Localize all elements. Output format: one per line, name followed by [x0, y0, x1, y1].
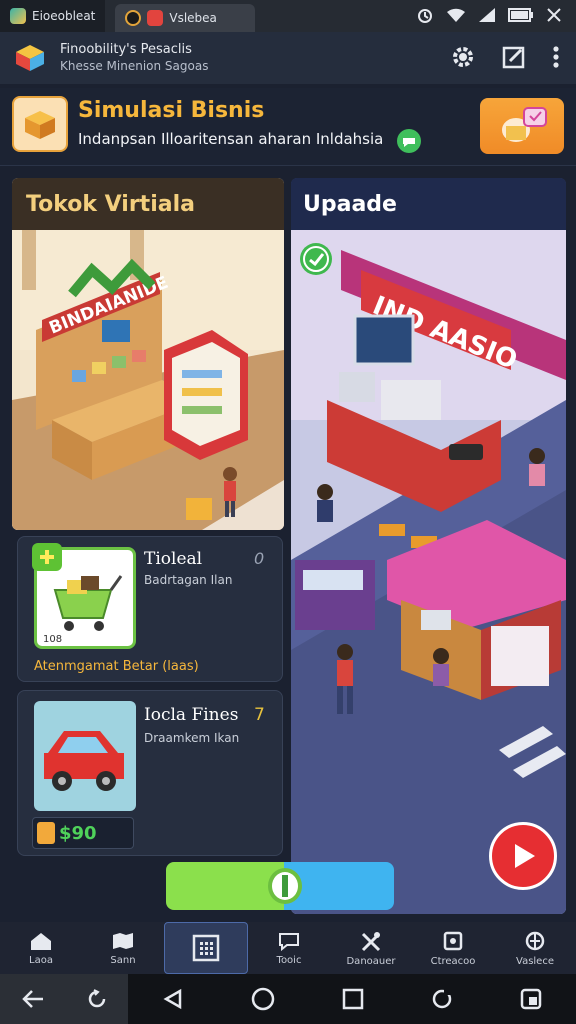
tioleal-corner-value: 0 — [254, 549, 265, 568]
nav-item-grid[interactable] — [164, 922, 248, 974]
map-icon — [113, 932, 133, 949]
add-button[interactable] — [32, 543, 62, 571]
upgrade-title: Upaade — [291, 178, 566, 230]
iocla-fines-description: Draamkem Ikan — [144, 731, 240, 745]
nav-item-laoa[interactable]: Laoa — [0, 922, 82, 974]
iocla-fines-corner-value: 7 — [254, 705, 265, 725]
system-nav-left-group — [0, 974, 128, 1024]
chat-icon — [279, 932, 299, 951]
nav-back-icon[interactable] — [162, 988, 184, 1010]
plus-icon — [40, 550, 54, 564]
back-arrow-icon[interactable] — [21, 988, 45, 1010]
price-value: $90 — [59, 822, 97, 844]
chat-bubble-icon[interactable] — [396, 128, 422, 154]
system-nav-bar — [0, 974, 576, 1024]
close-icon[interactable] — [546, 7, 562, 23]
signal-icon — [479, 8, 495, 22]
box-icon — [25, 111, 55, 139]
nav-item-ctreacoo[interactable]: Ctreacoo — [412, 922, 494, 974]
gift-button[interactable] — [480, 98, 564, 154]
browser-tab-1[interactable]: Eioeobleat — [0, 0, 106, 32]
price-tag[interactable]: $90 — [32, 817, 134, 849]
screenshot-icon[interactable] — [520, 988, 542, 1010]
shop-icon — [443, 931, 463, 950]
battery-icon — [508, 8, 533, 22]
street-scene-illustration: IND AASIO — [291, 230, 566, 914]
banner-subtitle: Indanpsan Illoaritensan aharan Inldahsia — [78, 130, 384, 148]
more-vertical-icon[interactable] — [552, 45, 560, 69]
nav-label-ctreacoo: Ctreacoo — [430, 955, 476, 967]
rotate-icon[interactable] — [431, 988, 453, 1010]
nav-item-sann[interactable]: Sann — [82, 922, 164, 974]
globe-icon — [525, 931, 545, 950]
virtual-store-panel[interactable]: Tokok Virtiala BINDAIANIDE — [12, 178, 284, 530]
nav-item-danoauer[interactable]: Danoauer — [330, 922, 412, 974]
nav-home-icon[interactable] — [251, 987, 275, 1011]
nav-label-sann: Sann — [110, 954, 136, 966]
iocla-fines-title: Iocla Fines — [144, 705, 239, 725]
play-button[interactable] — [489, 822, 557, 890]
check-badge-icon — [300, 243, 332, 275]
nav-recents-icon[interactable] — [342, 988, 364, 1010]
app-tab-icon-2 — [147, 10, 164, 26]
trolley-count: 108 — [43, 634, 62, 645]
coin-icon — [37, 822, 55, 844]
wifi-icon — [447, 8, 465, 22]
header-title: Finoobility's Pesaclis — [60, 42, 192, 57]
tioleal-card[interactable]: 108 Tioleal 0 Badrtagan Ilan Atenmgamat … — [17, 536, 283, 682]
business-logo — [12, 96, 68, 152]
nav-item-vaslece[interactable]: Vaslece — [494, 922, 576, 974]
virtual-store-title: Tokok Virtiala — [12, 178, 284, 230]
nav-label-vaslece: Vaslece — [516, 955, 554, 967]
bottom-nav: Laoa Sann Tooic Danoauer Ctreacoo Vaslec… — [0, 922, 576, 974]
car-icon — [44, 731, 124, 791]
gear-icon[interactable] — [450, 44, 476, 70]
play-icon — [515, 844, 535, 868]
store-illustration: BINDAIANIDE — [12, 230, 284, 530]
tools-icon — [361, 931, 381, 951]
action-toggle-bar[interactable] — [166, 862, 394, 910]
app-tab-icon — [10, 8, 26, 24]
record-icon — [125, 10, 142, 26]
app-logo-icon — [16, 45, 44, 71]
status-bar: Eioeobleat Vslebea — [0, 0, 576, 32]
green-segment — [166, 862, 284, 910]
nav-item-tooic[interactable]: Tooic — [248, 922, 330, 974]
toggle-knob[interactable] — [268, 868, 302, 904]
alarm-icon — [418, 9, 432, 23]
gift-icon — [502, 107, 547, 142]
tioleal-description: Badrtagan Ilan — [144, 573, 233, 587]
banner-title: Simulasi Bisnis — [78, 98, 265, 123]
iocla-fines-card[interactable]: Iocla Fines 7 Draamkem Ikan $90 — [17, 690, 283, 856]
grid-icon — [192, 934, 220, 962]
edit-icon[interactable] — [502, 45, 526, 69]
nav-label-laoa: Laoa — [29, 954, 53, 966]
nav-label-danoauer: Danoauer — [346, 955, 396, 967]
browser-tab-2[interactable]: Vslebea — [115, 4, 256, 32]
upgrade-panel[interactable]: Upaade IND AASIO — [291, 178, 566, 914]
tab-2-label: Vslebea — [169, 11, 217, 25]
home-icon — [31, 932, 51, 950]
refresh-icon[interactable] — [86, 988, 108, 1010]
header-subtitle: Khesse Minenion Sagoas — [60, 59, 209, 73]
tioleal-title: Tioleal — [144, 549, 203, 569]
car-image — [34, 701, 136, 811]
nav-label-tooic: Tooic — [276, 954, 302, 966]
tab-1-label: Eioeobleat — [32, 9, 96, 23]
business-banner: Simulasi Bisnis Indanpsan Illoaritensan … — [0, 88, 576, 166]
app-header: Finoobility's Pesaclis Khesse Minenion S… — [0, 32, 576, 84]
tioleal-footer: Atenmgamat Betar (laas) — [34, 659, 199, 674]
